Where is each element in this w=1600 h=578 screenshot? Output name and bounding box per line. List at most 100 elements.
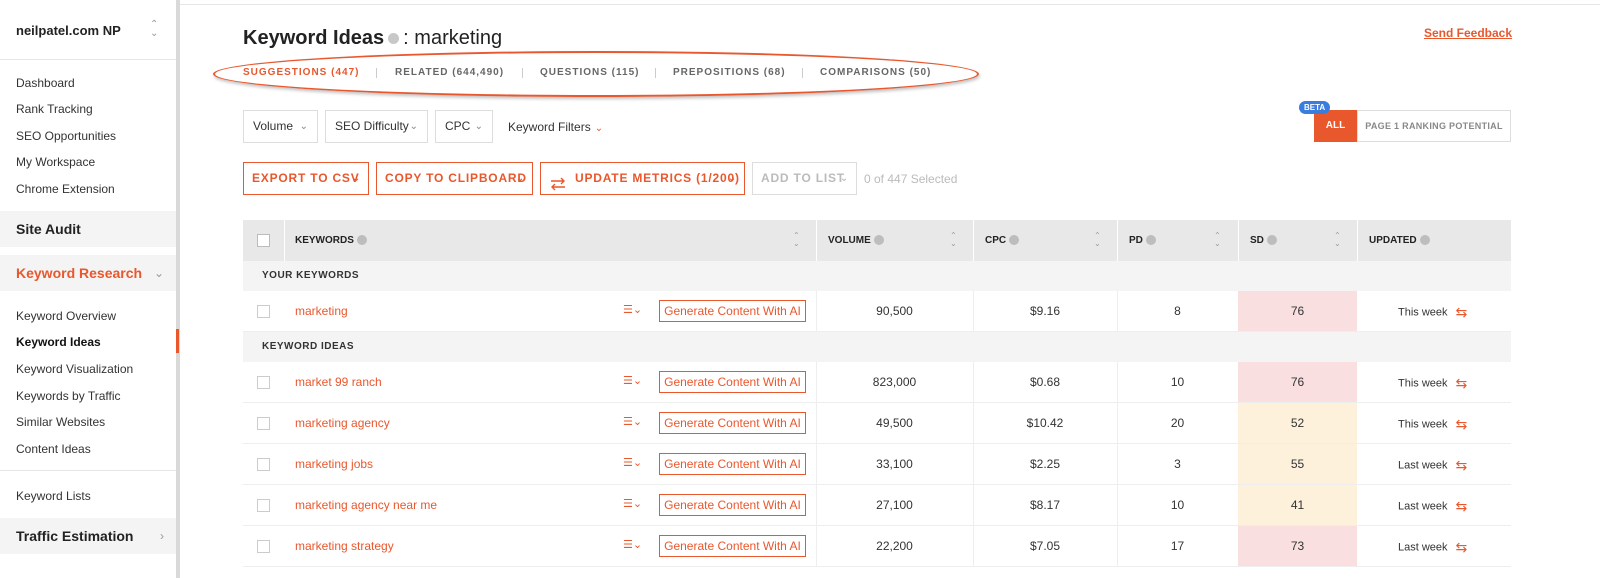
keyword-link[interactable]: market 99 ranch	[295, 375, 382, 389]
row-checkbox[interactable]	[257, 458, 270, 471]
serp-analysis-icon[interactable]: ☰⌄	[623, 415, 642, 428]
row-checkbox[interactable]	[257, 499, 270, 512]
serp-analysis-icon[interactable]: ☰⌄	[623, 374, 642, 387]
site-audit-label: Site Audit	[16, 221, 81, 237]
serp-analysis-icon[interactable]: ☰⌄	[623, 497, 642, 510]
pd-cell: 20	[1170, 416, 1185, 430]
volume-filter[interactable]: Volume ⌄	[243, 110, 318, 143]
top-border	[180, 4, 1600, 5]
refresh-icon[interactable]: ⇆	[1456, 416, 1468, 433]
project-switch-icon[interactable]: ⌃ ⌄	[150, 20, 158, 39]
keywords-header-label: KEYWORDS	[295, 235, 354, 246]
generate-content-button[interactable]: Generate Content With AI	[659, 535, 806, 557]
keyword-filters-label: Keyword Filters	[508, 120, 591, 134]
help-icon[interactable]	[873, 235, 884, 246]
updated-text: Last week	[1398, 459, 1448, 472]
pd-cell: 8	[1174, 304, 1181, 318]
send-feedback-link[interactable]: Send Feedback	[1424, 26, 1512, 40]
sidebar-item-similar-websites[interactable]: Similar Websites	[16, 415, 105, 429]
help-icon[interactable]	[1145, 235, 1156, 246]
help-icon[interactable]	[1419, 235, 1430, 246]
row-checkbox[interactable]	[257, 305, 270, 318]
refresh-icon[interactable]: ⇆	[1456, 457, 1468, 474]
sidebar-section-site-audit[interactable]: Site Audit	[0, 211, 176, 247]
sort-icon[interactable]: ⌃ ⌄	[950, 232, 957, 248]
sort-icon[interactable]: ⌃ ⌄	[1094, 232, 1101, 248]
table-row: marketing jobs ☰⌄ Generate Content With …	[243, 444, 1511, 485]
sidebar-item-keywords-by-traffic[interactable]: Keywords by Traffic	[16, 389, 120, 403]
annotation-oval	[213, 51, 979, 97]
keyword-link[interactable]: marketing agency near me	[295, 498, 437, 512]
keyword-filters-dropdown[interactable]: Keyword Filters ⌄	[508, 120, 603, 134]
export-csv-button[interactable]: EXPORT TO CSV ⌄	[243, 162, 369, 195]
keyword-link[interactable]: marketing agency	[295, 416, 390, 430]
refresh-icon[interactable]: ⇆	[1456, 498, 1468, 515]
toggle-all[interactable]: ALL	[1314, 110, 1357, 142]
row-checkbox[interactable]	[257, 376, 270, 389]
sidebar-item-dashboard[interactable]: Dashboard	[16, 76, 75, 90]
generate-content-button[interactable]: Generate Content With AI	[659, 300, 806, 322]
chevron-down-icon: ⌄	[153, 266, 164, 280]
project-name[interactable]: neilpatel.com NP	[16, 23, 121, 38]
serp-analysis-icon[interactable]: ☰⌄	[623, 538, 642, 551]
toggle-page1-ranking-potential[interactable]: PAGE 1 RANKING POTENTIAL	[1357, 110, 1511, 142]
updated-cell: Last week ⇆	[1398, 539, 1467, 556]
chevron-down-icon: ⌄	[351, 173, 361, 184]
sidebar-item-keyword-visualization[interactable]: Keyword Visualization	[16, 362, 133, 376]
generate-content-button[interactable]: Generate Content With AI	[659, 453, 806, 475]
sort-icon[interactable]: ⌃ ⌄	[793, 232, 800, 248]
seo-difficulty-filter[interactable]: SEO Difficulty ⌄	[325, 110, 428, 143]
generate-content-button[interactable]: Generate Content With AI	[659, 412, 806, 434]
sort-icon[interactable]: ⌃ ⌄	[1214, 232, 1221, 248]
sidebar-section-traffic-estimation[interactable]: Traffic Estimation ›	[0, 518, 176, 554]
refresh-icon[interactable]: ⇆	[1456, 539, 1468, 556]
serp-analysis-icon[interactable]: ☰⌄	[623, 456, 642, 469]
sidebar-item-chrome-extension[interactable]: Chrome Extension	[16, 182, 115, 196]
sidebar-item-my-workspace[interactable]: My Workspace	[16, 155, 95, 169]
updated-text: This week	[1398, 377, 1448, 390]
refresh-icon[interactable]: ⇆	[1456, 375, 1468, 392]
help-icon[interactable]	[1009, 235, 1020, 246]
column-header-pd[interactable]: PD	[1129, 220, 1156, 261]
add-to-list-button[interactable]: ADD TO LIST ⌄	[752, 162, 857, 195]
cpc-cell: $7.05	[1029, 539, 1061, 553]
keyword-link[interactable]: marketing jobs	[295, 457, 373, 471]
sidebar-item-seo-opportunities[interactable]: SEO Opportunities	[16, 129, 116, 143]
help-icon[interactable]	[1266, 235, 1277, 246]
column-header-sd[interactable]: SD	[1250, 220, 1277, 261]
select-all-checkbox[interactable]	[257, 234, 270, 247]
keyword-link[interactable]: marketing	[295, 304, 348, 318]
help-icon[interactable]	[356, 235, 367, 246]
cpc-cell: $2.25	[1029, 457, 1061, 471]
column-header-cpc[interactable]: CPC	[985, 220, 1020, 261]
generate-content-button[interactable]: Generate Content With AI	[659, 494, 806, 516]
help-icon[interactable]	[388, 33, 400, 45]
generate-content-button[interactable]: Generate Content With AI	[659, 371, 806, 393]
add-to-list-label: ADD TO LIST	[761, 171, 845, 185]
sort-icon[interactable]: ⌃ ⌄	[1334, 232, 1341, 248]
column-header-updated[interactable]: UPDATED	[1369, 220, 1430, 261]
serp-analysis-icon[interactable]: ☰⌄	[623, 303, 642, 316]
keyword-link[interactable]: marketing strategy	[295, 539, 394, 553]
update-metrics-button[interactable]: UPDATE METRICS (1/200) ⌄	[540, 162, 745, 195]
row-checkbox[interactable]	[257, 540, 270, 553]
sidebar-item-keyword-ideas[interactable]: Keyword Ideas	[16, 335, 101, 349]
sidebar-item-keyword-overview[interactable]: Keyword Overview	[16, 309, 116, 323]
cpc-filter[interactable]: CPC ⌄	[435, 110, 493, 143]
copy-to-clipboard-label: COPY TO CLIPBOARD	[385, 171, 527, 185]
section-your-keywords: YOUR KEYWORDS	[243, 261, 1511, 291]
refresh-icon[interactable]: ⇆	[1456, 304, 1468, 321]
seo-difficulty-filter-label: SEO Difficulty	[335, 119, 409, 133]
sidebar-item-rank-tracking[interactable]: Rank Tracking	[16, 102, 93, 116]
sidebar-item-content-ideas[interactable]: Content Ideas	[16, 442, 91, 456]
updated-cell: This week ⇆	[1398, 416, 1467, 433]
volume-cell: 49,500	[876, 416, 913, 430]
row-checkbox[interactable]	[257, 417, 270, 430]
copy-to-clipboard-button[interactable]: COPY TO CLIPBOARD ⌄	[376, 162, 533, 195]
sidebar-section-keyword-research[interactable]: Keyword Research ⌄	[0, 255, 176, 291]
sidebar-item-keyword-lists[interactable]: Keyword Lists	[16, 489, 91, 503]
column-header-volume[interactable]: VOLUME	[828, 220, 884, 261]
export-csv-label: EXPORT TO CSV	[252, 171, 360, 185]
column-header-keywords[interactable]: KEYWORDS	[295, 220, 367, 261]
keyword-research-label: Keyword Research	[16, 265, 143, 281]
